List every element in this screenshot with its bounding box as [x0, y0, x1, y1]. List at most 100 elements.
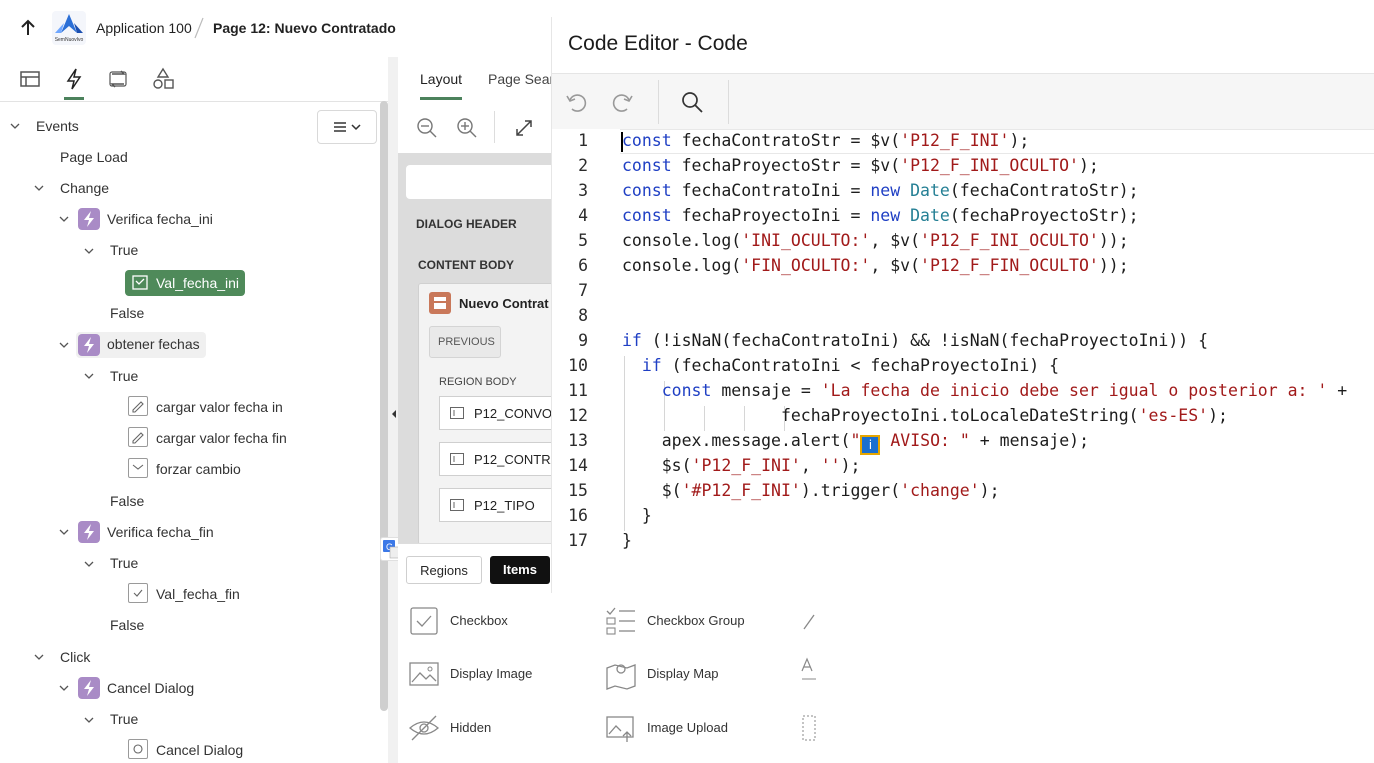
- checkbox-icon: [410, 607, 438, 635]
- tree-node-false[interactable]: False: [110, 493, 144, 509]
- active-tab-indicator: [420, 97, 462, 100]
- chevron-down-icon[interactable]: [33, 182, 45, 194]
- chevron-down-icon[interactable]: [58, 213, 70, 225]
- code-token: (!isNaN(fechaContratoIni) && !isNaN(fech…: [641, 331, 1209, 350]
- search-icon[interactable]: [680, 90, 704, 114]
- tree-node-change[interactable]: Change: [60, 180, 109, 196]
- rendering-tree-panel: Events Page Load Change Verifica fecha_i…: [0, 57, 390, 763]
- tree-node-cargar-valor-fecha-in[interactable]: cargar valor fecha in: [156, 399, 283, 415]
- logo-text: SemNuovIvo: [54, 37, 84, 43]
- chevron-down-icon[interactable]: [33, 651, 45, 663]
- tree-node-events[interactable]: Events: [36, 118, 79, 134]
- shared-components-tab-icon[interactable]: [150, 66, 176, 92]
- tab-layout[interactable]: Layout: [420, 71, 462, 87]
- chevron-down-icon[interactable]: [83, 245, 95, 257]
- tree-node-val-fecha-ini-selected[interactable]: Val_fecha_ini: [125, 270, 245, 296]
- gallery-item-label: Hidden: [450, 720, 492, 735]
- code-line: apex.message.alert(" i AVISO: " + mensaje…: [622, 431, 1089, 455]
- code-token: fechaProyectoIni =: [671, 206, 871, 225]
- code-line: $s('P12_F_INI', '');: [622, 456, 861, 475]
- code-line: const mensaje = 'La fecha de inicio debe…: [622, 381, 1347, 400]
- tree-menu-button[interactable]: [317, 110, 377, 144]
- code-line: const fechaContratoIni = new Date(fechaC…: [622, 181, 1139, 200]
- code-token: ": [850, 431, 861, 450]
- chevron-down-icon[interactable]: [9, 120, 21, 132]
- rendering-tab-icon[interactable]: [17, 66, 43, 92]
- back-arrow-icon[interactable]: [18, 18, 38, 38]
- gallery-item-label: Display Map: [647, 666, 719, 681]
- image-upload-icon: [606, 716, 634, 742]
- code-token: ));: [1098, 256, 1129, 275]
- code-token: const: [622, 131, 672, 150]
- text-field-icon: [450, 407, 464, 419]
- regions-tab-button[interactable]: Regions: [406, 556, 482, 584]
- zoom-in-icon[interactable]: [456, 117, 478, 139]
- code-token: + mensaje);: [969, 431, 1090, 450]
- code-line: fechaProyectoIni.toLocaleDateString('es-…: [622, 406, 1228, 425]
- action-icon: [132, 275, 148, 290]
- code-token: +: [1327, 381, 1348, 400]
- tree-node-true[interactable]: True: [110, 368, 138, 384]
- tree-node-cancel-dialog-action[interactable]: Cancel Dialog: [156, 742, 243, 758]
- code-token: }: [622, 506, 652, 525]
- tree-node-label: Val_fecha_ini: [156, 275, 240, 291]
- code-token: fechaProyectoStr = $v(: [671, 156, 901, 175]
- code-token: new: [870, 206, 901, 225]
- code-token: );: [1009, 131, 1030, 150]
- breadcrumb-application[interactable]: Application 100: [96, 20, 192, 36]
- chevron-down-icon[interactable]: [83, 714, 95, 726]
- tree-node-false[interactable]: False: [110, 617, 144, 633]
- code-token: 'es-ES': [1138, 406, 1209, 425]
- tree-node-true[interactable]: True: [110, 555, 138, 571]
- previous-button[interactable]: PREVIOUS: [429, 326, 501, 358]
- code-line: $('#P12_F_INI').trigger('change');: [622, 481, 1000, 500]
- tree-node-verifica-fecha-ini[interactable]: Verifica fecha_ini: [107, 211, 213, 227]
- list-icon[interactable]: [800, 713, 816, 743]
- dynamic-action-icon: [78, 521, 100, 543]
- code-token: $s(: [622, 456, 692, 475]
- scrollbar[interactable]: [380, 101, 388, 711]
- processing-tab-icon[interactable]: [105, 66, 131, 92]
- gallery-item-label: Checkbox Group: [647, 613, 745, 628]
- expand-icon[interactable]: [513, 117, 535, 139]
- tree-node-val-fecha-fin[interactable]: Val_fecha_fin: [156, 586, 240, 602]
- code-token: );: [1078, 156, 1099, 175]
- zoom-out-icon[interactable]: [416, 117, 438, 139]
- tree-node-click[interactable]: Click: [60, 649, 90, 665]
- dynamic-actions-tab-icon[interactable]: [61, 66, 87, 92]
- chevron-down-icon[interactable]: [58, 339, 70, 351]
- line-number: 5: [578, 231, 588, 250]
- tree-node-obtener-fechas[interactable]: obtener fechas: [107, 336, 200, 352]
- items-tab-button[interactable]: Items: [490, 556, 550, 584]
- code-editor-area[interactable]: 1 2 3 4 5 6 7 8 9 10 11 12 13 14 15 16 1…: [552, 129, 1374, 593]
- tree-node-true[interactable]: True: [110, 242, 138, 258]
- breadcrumb-page[interactable]: Page 12: Nuevo Contratado: [213, 20, 396, 36]
- tree-node-cancel-dialog[interactable]: Cancel Dialog: [107, 680, 194, 696]
- tree-node-verifica-fecha-fin[interactable]: Verifica fecha_fin: [107, 524, 214, 540]
- text-area-icon[interactable]: [800, 657, 816, 687]
- redo-icon[interactable]: [611, 90, 635, 114]
- active-tab-indicator: [64, 97, 84, 100]
- chevron-down-icon[interactable]: [83, 370, 95, 382]
- tree-node-page-load[interactable]: Page Load: [60, 149, 128, 165]
- pencil-icon[interactable]: [800, 609, 816, 633]
- tree-node-forzar-cambio[interactable]: forzar cambio: [156, 461, 241, 477]
- undo-icon[interactable]: [564, 90, 588, 114]
- code-line: const fechaContratoStr = $v('P12_F_INI')…: [622, 131, 1029, 150]
- tree-node-cargar-valor-fecha-fin[interactable]: cargar valor fecha fin: [156, 430, 287, 446]
- code-token: 'INI_OCULTO:': [741, 231, 871, 250]
- line-number: 15: [568, 481, 588, 500]
- chevron-down-icon[interactable]: [58, 526, 70, 538]
- line-number: 2: [578, 156, 588, 175]
- tree-node-false[interactable]: False: [110, 305, 144, 321]
- page-item-label: P12_CONTRA: [474, 452, 560, 467]
- code-token: 'P12_F_INI': [691, 456, 801, 475]
- chevron-down-icon[interactable]: [58, 682, 70, 694]
- code-token: 'La fecha de inicio debe ser igual o pos…: [820, 381, 1328, 400]
- line-number: 14: [568, 456, 588, 475]
- tree-node-true[interactable]: True: [110, 711, 138, 727]
- app-logo[interactable]: SemNuovIvo: [52, 11, 86, 45]
- collapse-arrow-icon[interactable]: [392, 410, 396, 418]
- chevron-down-icon[interactable]: [83, 558, 95, 570]
